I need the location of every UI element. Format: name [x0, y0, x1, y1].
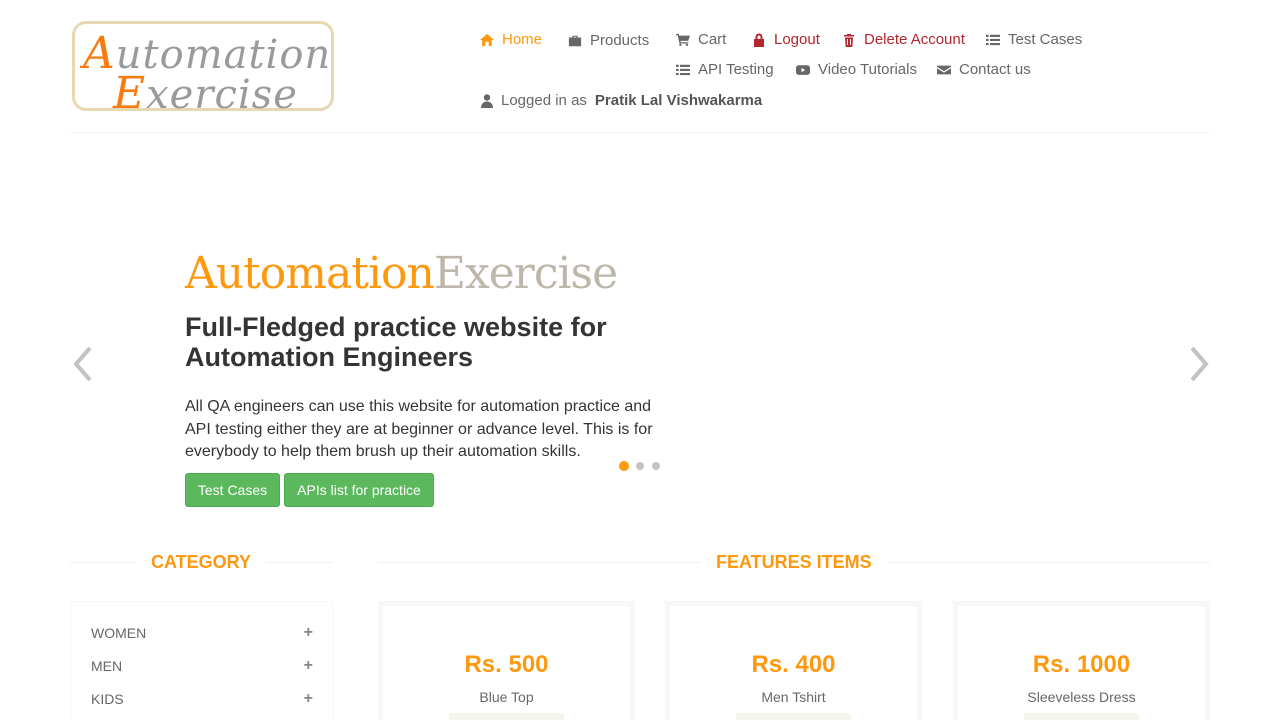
product-name: Blue Top: [479, 689, 534, 705]
product-price: Rs. 400: [751, 651, 836, 678]
slider-prev-button[interactable]: [70, 344, 96, 384]
nav-api-testing[interactable]: API Testing: [676, 61, 774, 78]
site-logo[interactable]: Automation Exercise: [72, 21, 334, 119]
chevron-right-icon: [1190, 346, 1209, 382]
slide-indicator-1[interactable]: [619, 461, 629, 471]
plus-icon[interactable]: +: [304, 624, 313, 642]
product-card: Rs. 400 Men Tshirt: [665, 601, 922, 720]
youtube-play-icon: [796, 64, 810, 75]
nav-api-testing-label: API Testing: [698, 61, 774, 78]
plus-icon[interactable]: +: [304, 690, 313, 708]
lock-icon: [754, 33, 764, 47]
add-to-cart-button[interactable]: [736, 713, 851, 720]
product-card: Rs. 500 Blue Top: [378, 601, 635, 720]
nav-products-label: Products: [590, 32, 650, 49]
add-to-cart-button[interactable]: [1024, 713, 1139, 720]
logged-in-prefix: Logged in as: [501, 92, 587, 109]
add-to-cart-button[interactable]: [449, 713, 564, 720]
nav-test-cases[interactable]: Test Cases: [986, 31, 1082, 48]
category-item-label: WOMEN: [91, 625, 147, 641]
hero-brand-part2: Exercise: [433, 248, 618, 299]
cart-icon: [676, 33, 690, 46]
apis-list-button[interactable]: APIs list for practice: [284, 473, 434, 507]
features-title: FEATURES ITEMS: [701, 552, 887, 573]
logged-in-status: Logged in as Pratik Lal Vishwakarma: [481, 92, 762, 109]
category-title: CATEGORY: [136, 552, 267, 573]
header-divider: [70, 132, 1210, 133]
nav-home-label: Home: [502, 31, 543, 48]
trash-icon: [844, 33, 854, 47]
nav-logout[interactable]: Logout: [752, 31, 820, 48]
list-icon: [986, 34, 1000, 45]
user-icon: [481, 93, 493, 108]
nav-logout-label: Logout: [774, 31, 820, 48]
nav-home[interactable]: Home: [480, 31, 542, 48]
category-panel: WOMEN + MEN + KIDS +: [70, 601, 333, 720]
category-item-women[interactable]: WOMEN +: [91, 624, 313, 642]
nav-video-tutorials-label: Video Tutorials: [818, 61, 917, 78]
nav-contact-us-label: Contact us: [959, 61, 1031, 78]
logged-in-user-name: Pratik Lal Vishwakarma: [594, 92, 763, 109]
category-item-kids[interactable]: KIDS +: [91, 690, 313, 708]
nav-delete-account-label: Delete Account: [864, 31, 965, 48]
slide-indicator-3[interactable]: [652, 462, 660, 470]
slider-next-button[interactable]: [1186, 344, 1212, 384]
category-item-label: MEN: [91, 658, 123, 674]
product-price: Rs. 500: [464, 651, 549, 678]
product-price: Rs. 1000: [1032, 651, 1131, 678]
product-name: Sleeveless Dress: [1027, 689, 1136, 705]
nav-cart-label: Cart: [698, 31, 727, 48]
nav-contact-us[interactable]: Contact us: [937, 61, 1031, 78]
hero-brand: AutomationExercise: [185, 248, 618, 299]
nav-video-tutorials[interactable]: Video Tutorials: [796, 61, 917, 78]
nav-delete-account[interactable]: Delete Account: [842, 31, 965, 48]
hero-description: All QA engineers can use this website fo…: [185, 398, 653, 460]
list-icon: [676, 64, 690, 75]
plus-icon[interactable]: +: [304, 657, 313, 675]
slider-indicators: [619, 461, 661, 471]
briefcase-icon: [568, 35, 582, 46]
slide-indicator-2[interactable]: [636, 462, 644, 470]
hero-title: Full-Fledged practice website for Automa…: [185, 312, 607, 372]
nav-cart[interactable]: Cart: [676, 31, 726, 48]
nav-products[interactable]: Products: [568, 32, 649, 49]
nav-test-cases-label: Test Cases: [1008, 31, 1083, 48]
hero-brand-part1: Automation: [185, 248, 435, 299]
envelope-icon: [937, 65, 951, 74]
chevron-left-icon: [73, 346, 92, 382]
test-cases-button[interactable]: Test Cases: [185, 473, 280, 507]
home-icon: [480, 33, 494, 46]
category-item-men[interactable]: MEN +: [91, 657, 313, 675]
logo-line-2: Exercise: [113, 68, 298, 119]
product-name: Men Tshirt: [761, 689, 826, 705]
product-card: Rs. 1000 Sleeveless Dress: [953, 601, 1210, 720]
category-item-label: KIDS: [91, 691, 124, 707]
